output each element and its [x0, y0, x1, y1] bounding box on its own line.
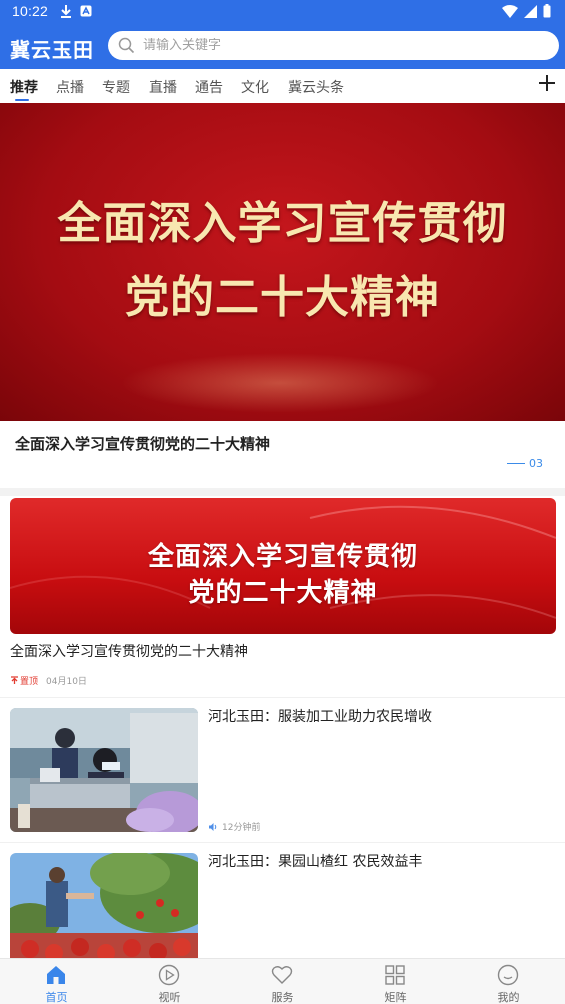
news-list-item[interactable]: 河北玉田：服装加工业助力农民增收 12分钟前 [0, 697, 565, 841]
hero-banner[interactable]: 全面深入学习宣传贯彻 党的二十大精神 [0, 103, 565, 421]
hero-caption[interactable]: 全面深入学习宣传贯彻党的二十大精神 03 [0, 421, 565, 488]
nav-services[interactable]: 服务 [226, 959, 339, 1004]
status-time: 10:22 [12, 3, 49, 19]
tab-on-demand[interactable]: 点播 [56, 77, 84, 97]
app-root: 10:22 冀云玉田 推荐 点播 专题 直播 通告 文化 冀云头条 全面深入学习… [0, 0, 565, 1004]
pager-number: 03 [529, 457, 543, 470]
tab-culture[interactable]: 文化 [241, 77, 269, 97]
featured-article-date: 04月10日 [46, 677, 87, 687]
status-system-icons [502, 4, 551, 18]
nav-home[interactable]: 首页 [0, 959, 113, 1004]
hawthorn-orchard-image [10, 853, 198, 959]
nav-profile[interactable]: 我的 [452, 959, 565, 1004]
wifi-icon [502, 4, 518, 18]
nav-label: 服务 [271, 991, 294, 1004]
nav-media[interactable]: 视听 [113, 959, 226, 1004]
tab-notices[interactable]: 通告 [195, 77, 223, 97]
hero-glow [120, 353, 440, 413]
pin-icon [11, 676, 18, 684]
carousel-page-indicator: 03 [507, 457, 543, 470]
news-time: 12分钟前 [222, 823, 261, 833]
pager-line [507, 463, 525, 464]
search-input[interactable] [143, 38, 523, 53]
tab-live[interactable]: 直播 [149, 77, 177, 97]
news-meta: 12分钟前 [208, 820, 260, 833]
pinned-tag: 置顶 [10, 674, 38, 687]
status-bar: 10:22 [0, 0, 565, 24]
section-divider [0, 488, 565, 496]
hero-banner-headline-line1: 全面深入学习宣传贯彻 [57, 198, 508, 249]
signal-icon [524, 4, 537, 18]
status-notification-icons [60, 4, 92, 18]
heart-icon [271, 966, 293, 984]
featured-article-meta: 置顶 04月10日 [10, 674, 87, 687]
audio-icon [209, 822, 217, 831]
news-thumbnail-sewing-workshop [10, 708, 198, 832]
featured-article-image: 全面深入学习宣传贯彻 党的二十大精神 [10, 498, 556, 634]
download-icon [61, 5, 71, 18]
news-title: 河北玉田：果园山楂红 农民效益丰 [208, 854, 423, 870]
app-notification-icon [80, 5, 92, 17]
sewing-workshop-image [10, 708, 198, 832]
hero-banner-headline-line2: 党的二十大精神 [125, 272, 440, 323]
search-icon [118, 37, 135, 54]
featured-article[interactable]: 全面深入学习宣传贯彻 党的二十大精神 全面深入学习宣传贯彻党的二十大精神 置顶 … [0, 496, 565, 696]
battery-icon [543, 4, 551, 18]
nav-label: 矩阵 [384, 991, 407, 1004]
featured-image-headline-line1: 全面深入学习宣传贯彻 [147, 542, 418, 572]
smile-icon [497, 964, 519, 986]
play-icon [158, 964, 180, 986]
nav-label: 首页 [45, 991, 68, 1004]
featured-article-title: 全面深入学习宣传贯彻党的二十大精神 [10, 644, 248, 660]
news-thumbnail-hawthorn-orchard [10, 853, 198, 959]
nav-matrix[interactable]: 矩阵 [339, 959, 452, 1004]
active-tab-indicator [15, 99, 29, 101]
grid-icon [385, 965, 405, 985]
app-brand-title: 冀云玉田 [10, 38, 94, 62]
pinned-label: 置顶 [20, 677, 39, 687]
home-icon [47, 966, 65, 984]
tab-topics[interactable]: 专题 [102, 77, 130, 97]
bottom-navigation: 首页 视听 服务 矩阵 我的 [0, 958, 565, 1004]
tab-recommend[interactable]: 推荐 [10, 77, 38, 97]
tab-headlines[interactable]: 冀云头条 [288, 77, 344, 97]
featured-image-headline-line2: 党的二十大精神 [188, 578, 378, 608]
news-title: 河北玉田：服装加工业助力农民增收 [208, 709, 432, 725]
search-bar[interactable] [108, 31, 559, 60]
nav-label: 视听 [158, 991, 181, 1004]
nav-label: 我的 [497, 991, 520, 1004]
channel-tabs: 推荐 点播 专题 直播 通告 文化 冀云头条 [0, 69, 565, 103]
hero-caption-title: 全面深入学习宣传贯彻党的二十大精神 [15, 435, 271, 453]
add-channel-icon[interactable] [537, 73, 557, 93]
